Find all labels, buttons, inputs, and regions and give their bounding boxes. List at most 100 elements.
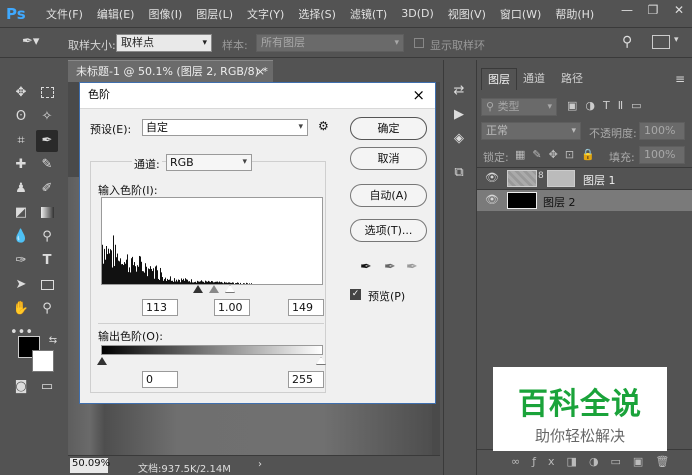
gradient-tool-icon[interactable] (36, 202, 58, 224)
menu-file[interactable]: 文件(F) (46, 6, 83, 22)
sample-size-select[interactable]: 取样点 ▾ (116, 34, 212, 52)
rectangle-tool-icon[interactable] (36, 274, 58, 296)
ok-button[interactable]: 确定 (350, 117, 427, 140)
menu-view[interactable]: 视图(V) (448, 6, 486, 22)
lock-icons[interactable]: ▦✎✥⊡🔒 (515, 148, 602, 161)
output-black-field[interactable]: 0 (142, 371, 178, 388)
swap-colors-icon[interactable]: ⇆ (42, 330, 64, 352)
input-gamma-field[interactable]: 1.00 (214, 299, 250, 316)
zoom-level[interactable]: 50.09% (70, 458, 110, 473)
input-gamma-slider[interactable] (209, 285, 219, 293)
histogram-bar (145, 263, 146, 284)
blur-tool-icon[interactable]: 💧 (10, 226, 32, 248)
visibility-eye-icon[interactable]: 👁 (485, 171, 499, 184)
filter-icons[interactable]: ▣◑TⅡ▭ (567, 99, 650, 112)
dialog-close-icon[interactable]: × (412, 83, 425, 107)
workspace-chevron-icon[interactable]: ▾ (674, 35, 679, 45)
menu-image[interactable]: 图像(I) (148, 6, 182, 22)
workspace-icon[interactable] (652, 35, 670, 49)
history-brush-tool-icon[interactable]: ✐ (36, 178, 58, 200)
output-levels-label: 输出色阶(O): (98, 330, 163, 343)
lasso-tool-icon[interactable]: ʘ (10, 106, 32, 128)
layer-filter-select[interactable]: ⚲ 类型 ▾ (481, 98, 557, 116)
menu-type[interactable]: 文字(Y) (247, 6, 284, 22)
dodge-tool-icon[interactable]: ⚲ (36, 226, 58, 248)
brush-tool-icon[interactable]: ✎ (36, 154, 58, 176)
blend-mode-select[interactable]: 正常 ▾ (481, 122, 581, 140)
cancel-button[interactable]: 取消 (350, 147, 427, 170)
histogram-bar (163, 280, 164, 284)
preset-options-gear-icon[interactable]: ⚙ (318, 119, 329, 133)
menu-select[interactable]: 选择(S) (298, 6, 336, 22)
layer-thumbnail (507, 170, 537, 187)
history-panel-icon[interactable]: ⇄ (448, 80, 470, 102)
fill-input[interactable]: 100% (639, 146, 685, 164)
menu-edit[interactable]: 编辑(E) (97, 6, 135, 22)
eyedropper-tool-icon[interactable]: ✒ (36, 130, 58, 152)
histogram-bar (119, 261, 120, 284)
healing-brush-tool-icon[interactable]: ✚ (10, 154, 32, 176)
watermark-logo: 百科全说 助你轻松解决 (493, 367, 667, 451)
screen-mode-icon[interactable]: ▭ (36, 376, 58, 398)
menu-layer[interactable]: 图层(L) (196, 6, 233, 22)
restore-button[interactable]: ❐ (640, 0, 666, 20)
properties-panel-icon[interactable]: ◈ (448, 128, 470, 150)
clone-stamp-tool-icon[interactable]: ♟ (10, 178, 32, 200)
path-select-tool-icon[interactable]: ➤ (10, 274, 32, 296)
background-color-swatch[interactable] (32, 350, 54, 372)
status-menu-arrow[interactable]: › (258, 459, 262, 470)
levels-dialog: 色阶 × 预设(E): 自定 ▾ ⚙ 通道: RGB ▾ 输入色阶(I): 113 … (79, 82, 436, 404)
histogram-bar (216, 281, 217, 284)
input-black-field[interactable]: 113 (142, 299, 178, 316)
quick-mask-icon[interactable]: ◙ (10, 376, 32, 398)
show-ring-checkbox[interactable] (414, 38, 424, 48)
eyedropper-preset-icon[interactable]: ✒▾ (22, 34, 39, 49)
menu-3d[interactable]: 3D(D) (401, 7, 434, 20)
type-tool-icon[interactable]: T (36, 250, 58, 272)
menu-window[interactable]: 窗口(W) (500, 6, 541, 22)
preview-checkbox[interactable]: ✓ (350, 289, 361, 300)
eraser-tool-icon[interactable]: ◩ (10, 202, 32, 224)
zoom-tool-icon[interactable]: ⚲ (36, 298, 58, 320)
document-tab[interactable]: 未标题-1 @ 50.1% (图层 2, RGB/8) * × (68, 60, 273, 82)
marquee-tool-icon[interactable] (36, 82, 58, 104)
input-white-field[interactable]: 149 (288, 299, 324, 316)
black-eyedropper-icon[interactable]: ✒ (360, 259, 372, 275)
white-eyedropper-icon[interactable]: ✒ (406, 259, 418, 275)
close-window-button[interactable]: ✕ (666, 0, 692, 20)
crop-tool-icon[interactable]: ⌗ (10, 130, 32, 152)
gray-eyedropper-icon[interactable]: ✒ (384, 259, 396, 275)
adjustments-panel-icon[interactable]: ⧉ (448, 162, 470, 184)
search-icon[interactable]: ⚲ (622, 34, 632, 50)
quick-select-tool-icon[interactable]: ✧ (36, 106, 58, 128)
sample-layers-select[interactable]: 所有图层 ▾ (256, 34, 404, 52)
auto-button[interactable]: 自动(A) (350, 184, 427, 207)
menu-filter[interactable]: 滤镜(T) (350, 6, 387, 22)
output-white-field[interactable]: 255 (288, 371, 324, 388)
visibility-eye-icon[interactable]: 👁 (485, 193, 499, 206)
histogram-bar (191, 279, 192, 284)
panel-menu-icon[interactable]: ≡ (675, 72, 685, 86)
hand-tool-icon[interactable]: ✋ (10, 298, 32, 320)
tab-layers[interactable]: 图层 (481, 68, 517, 90)
options-button[interactable]: 选项(T)... (350, 219, 427, 242)
output-black-slider[interactable] (97, 357, 107, 365)
close-tab-icon[interactable]: × (256, 61, 265, 83)
actions-panel-icon[interactable]: ▶ (448, 104, 470, 126)
layer-row[interactable]: 👁 8 图层 1 (477, 167, 692, 189)
histogram-bar (207, 281, 208, 284)
pen-tool-icon[interactable]: ✑ (10, 250, 32, 272)
menu-help[interactable]: 帮助(H) (555, 6, 594, 22)
layer-row[interactable]: 👁 图层 2 (477, 189, 692, 211)
histogram-bar (169, 279, 170, 284)
options-bar: ✒▾ 取样大小: 取样点 ▾ 样本: 所有图层 ▾ 显示取样环 ⚲ ▾ (0, 29, 692, 58)
tab-channels[interactable]: 通道 (517, 68, 551, 90)
input-black-slider[interactable] (193, 285, 203, 293)
channel-select[interactable]: RGB ▾ (166, 154, 252, 171)
histogram-bar (170, 276, 171, 284)
tab-paths[interactable]: 路径 (555, 68, 589, 90)
move-tool-icon[interactable]: ✥ (10, 82, 32, 104)
preset-select[interactable]: 自定 ▾ (142, 119, 308, 136)
opacity-input[interactable]: 100% (639, 122, 685, 140)
minimize-button[interactable]: — (614, 0, 640, 20)
